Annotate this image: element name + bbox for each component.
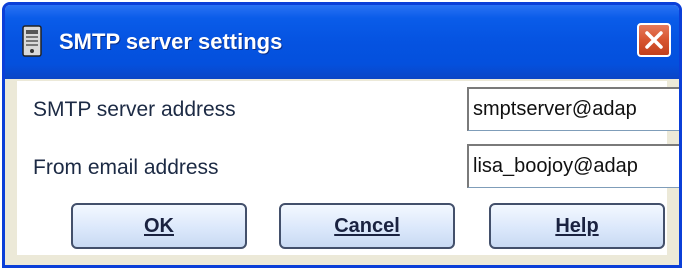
cancel-button-label: Cancel — [334, 215, 400, 237]
server-settings-icon — [19, 25, 45, 57]
ok-button-label: OK — [144, 215, 174, 237]
from-email-address-input[interactable]: lisa_boojoy@adap — [467, 144, 679, 188]
smtp-settings-dialog: SMTP server settings SMTP server address… — [2, 2, 682, 268]
dialog-title: SMTP server settings — [59, 29, 283, 54]
smtp-server-address-input[interactable]: smptserver@adap — [467, 87, 679, 131]
title-bar[interactable]: SMTP server settings — [5, 5, 679, 79]
smtp-server-address-label: SMTP server address — [33, 98, 236, 121]
cancel-button[interactable]: Cancel — [279, 203, 455, 249]
from-email-address-label: From email address — [33, 156, 219, 179]
help-button-label: Help — [555, 215, 599, 237]
ok-button[interactable]: OK — [71, 203, 247, 249]
close-button[interactable] — [637, 23, 671, 57]
help-button[interactable]: Help — [489, 203, 665, 249]
dialog-content: SMTP server address smptserver@adap From… — [17, 81, 679, 255]
